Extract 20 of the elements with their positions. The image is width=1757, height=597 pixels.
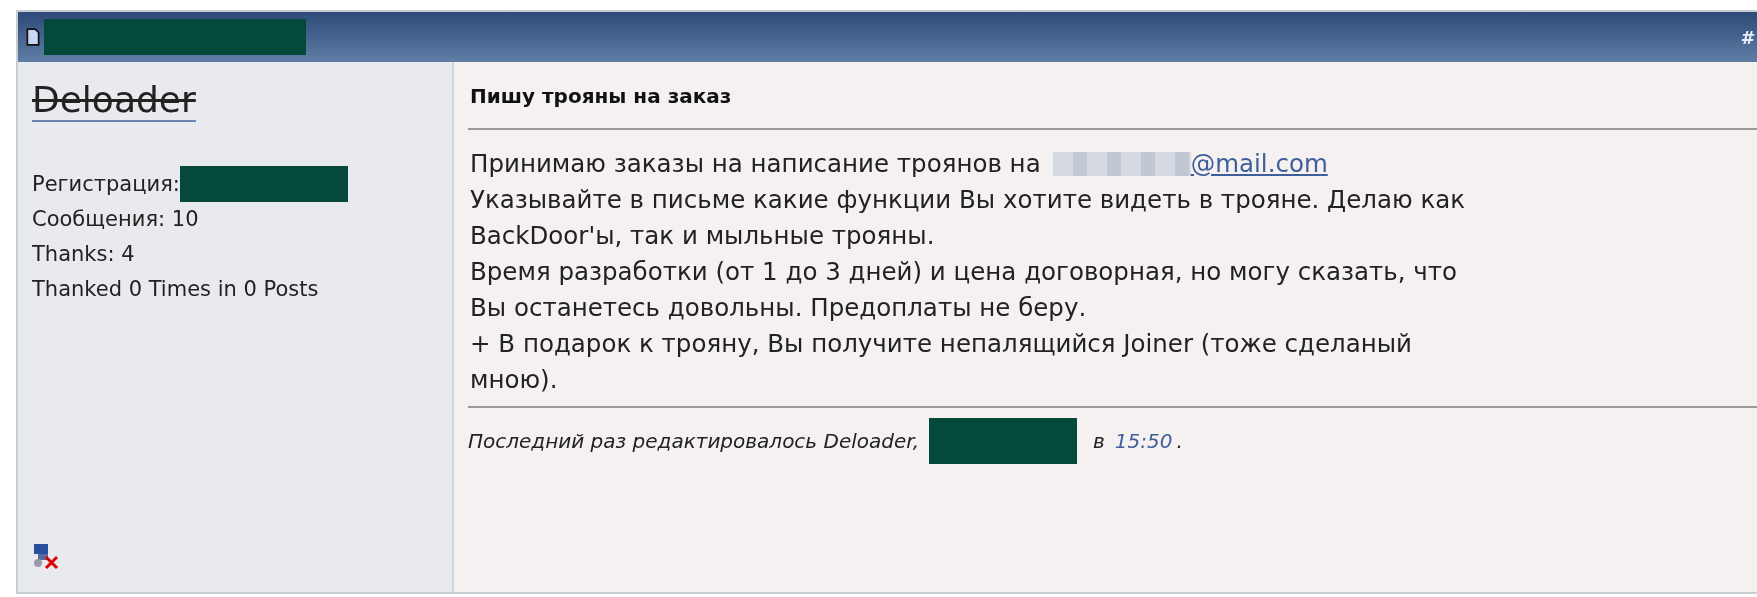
edit-time: 15:50 [1114, 429, 1173, 453]
post-title: Пишу трояны на заказ [469, 84, 733, 108]
post-text: + В подарок к трояну, Вы получите непалящийся Joiner (тоже сделаный [470, 328, 1412, 360]
edit-note: в [1093, 429, 1105, 453]
stat-label: Регистрация: [32, 170, 180, 198]
post-text: Принимаю заказы на написание троянов на [470, 148, 1041, 180]
edit-note: Последний раз редактировалось Deloader, [468, 429, 919, 453]
document-icon [26, 28, 40, 46]
email-link[interactable]: @mail.com [1190, 146, 1328, 182]
stat-label: Thanked 0 Times in 0 Posts [32, 276, 319, 303]
post-text: Указывайте в письме какие функции Вы хотите видеть в трояне. Делаю как [470, 184, 1465, 216]
stat-label: Сообщения: 10 [32, 206, 199, 233]
post-number-link[interactable]: # [1740, 26, 1757, 48]
post-text: мною). [470, 364, 558, 396]
post-text: Время разработки (от 1 до 3 дней) и цена договорная, но могу сказать, что [470, 256, 1458, 288]
username-link[interactable]: Deloader [32, 80, 196, 122]
post-text: BackDoor'ы, так и мыльные трояны. [470, 220, 935, 252]
edit-note: . [1176, 429, 1183, 453]
stat-label: Thanks: 4 [32, 241, 135, 268]
post-text: Вы останетесь довольны. Предоплаты не беру. [470, 292, 1087, 324]
